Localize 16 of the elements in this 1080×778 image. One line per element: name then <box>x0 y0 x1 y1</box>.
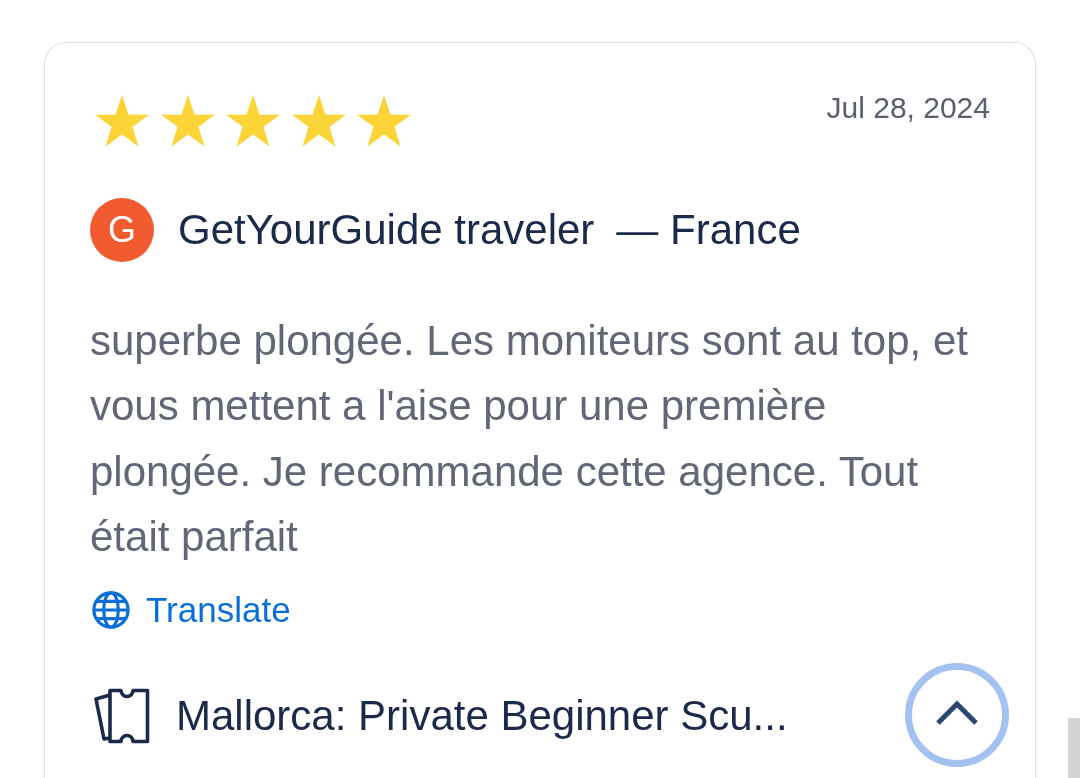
scrollbar-thumb[interactable] <box>1068 718 1080 778</box>
translate-link[interactable]: Translate <box>92 589 291 630</box>
review-date: Jul 28, 2024 <box>826 91 990 125</box>
author-country: — France <box>616 204 801 255</box>
star-icon <box>94 95 150 147</box>
ticket-icon <box>94 687 150 744</box>
author-name: GetYourGuide traveler <box>178 204 595 255</box>
star-icon <box>225 95 281 147</box>
star-icon <box>290 95 347 147</box>
globe-icon <box>92 590 130 629</box>
activity-link[interactable]: Mallorca: Private Beginner Scu... <box>176 690 788 741</box>
chevron-up-icon <box>935 700 979 726</box>
author-avatar: G <box>90 197 154 262</box>
star-icon <box>356 95 412 147</box>
review-text: superbe plongée. Les moniteurs sont au top, et vous mettent a l'aise pour une première plongée. Je recommande cette agence. Tout était parfait <box>90 315 969 562</box>
star-icon <box>159 95 216 147</box>
